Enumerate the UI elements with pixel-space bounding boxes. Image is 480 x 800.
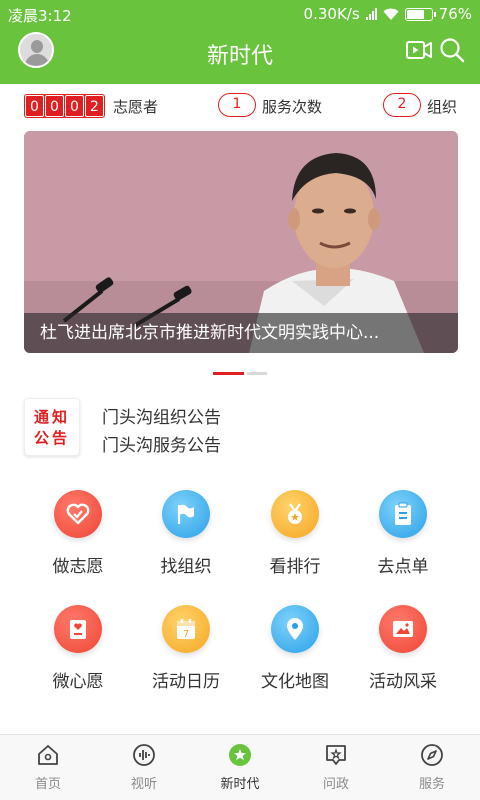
counter-digit: 0 (65, 95, 84, 117)
pagination-dot (247, 372, 267, 375)
grid-label: 文化地图 (261, 672, 329, 692)
signal-icon (365, 8, 377, 20)
notice-badge: 通知 公告 (24, 398, 80, 456)
grid-item-find-org[interactable]: 找组织 (131, 490, 241, 577)
volunteer-label: 志愿者 (113, 98, 159, 116)
counter-digit: 0 (45, 95, 64, 117)
org-count-badge: 2 (383, 93, 421, 117)
bottom-nav: 首页 视听 新时代 问政 服务 (0, 734, 480, 800)
home-icon (38, 745, 58, 765)
status-time: 凌晨3:12 (8, 7, 72, 25)
grid-item-culture-map[interactable]: 文化地图 (240, 605, 350, 692)
grid-label: 活动风采 (369, 672, 437, 692)
nav-label: 视听 (130, 777, 157, 792)
grid-item-gallery[interactable]: 活动风采 (348, 605, 458, 692)
heart-icon (54, 490, 102, 538)
stats-row: 0 0 0 2 志愿者 1 服务次数 2 组织 (0, 92, 480, 122)
banner-caption: 杜飞进出席北京市推进新时代文明实践中心... (24, 313, 458, 353)
grid-label: 微心愿 (52, 672, 104, 692)
app-header: 凌晨3:12 0.30K/s 76% 新时代 (0, 0, 480, 84)
medal-icon (271, 490, 319, 538)
notice-badge-line1: 通知 (33, 408, 70, 426)
clipboard-icon (379, 490, 427, 538)
service-count-badge: 1 (218, 93, 256, 117)
video-icon[interactable] (405, 36, 433, 64)
star-badge-icon (229, 744, 251, 766)
nav-inquiry[interactable]: 问政 (288, 743, 384, 792)
nav-label: 新时代 (220, 777, 260, 792)
wifi-icon (383, 8, 399, 20)
org-count-label: 组织 (427, 98, 458, 116)
map-pin-icon (271, 605, 319, 653)
calendar-icon: 7 (162, 605, 210, 653)
battery-level (406, 9, 425, 19)
grid-item-order[interactable]: 去点单 (348, 490, 458, 577)
counter-digit: 0 (25, 95, 44, 117)
grid-item-ranking[interactable]: 看排行 (240, 490, 350, 577)
notice-item[interactable]: 门头沟服务公告 (102, 431, 221, 456)
banner-pagination (213, 372, 267, 375)
search-icon[interactable] (438, 36, 466, 64)
status-right: 0.30K/s 76% (304, 5, 472, 23)
battery-icon (404, 7, 436, 21)
grid-label: 活动日历 (152, 672, 220, 692)
battery-percent: 76% (438, 5, 472, 23)
grid-item-wish[interactable]: 微心愿 (23, 605, 133, 692)
nav-new-era[interactable]: 新时代 (192, 743, 288, 792)
grid-label: 找组织 (160, 557, 212, 577)
flag-icon (162, 490, 210, 538)
grid-label: 看排行 (269, 557, 321, 577)
inquiry-icon (326, 745, 346, 765)
compass-icon (421, 744, 443, 766)
network-speed: 0.30K/s (303, 5, 360, 23)
notice-item[interactable]: 门头沟组织公告 (102, 403, 221, 428)
nav-home[interactable]: 首页 (0, 743, 96, 792)
service-count-label: 服务次数 (262, 98, 323, 116)
photo-icon (379, 605, 427, 653)
nav-label: 服务 (418, 777, 445, 792)
wish-card-icon (54, 605, 102, 653)
volunteer-counter: 0 0 0 2 (24, 94, 105, 118)
grid-item-volunteer[interactable]: 做志愿 (23, 490, 133, 577)
status-bar: 凌晨3:12 0.30K/s 76% (0, 0, 480, 28)
grid-label: 做志愿 (52, 557, 104, 577)
pagination-dot-active (213, 372, 244, 375)
counter-digit: 2 (85, 95, 104, 117)
news-banner[interactable]: 杜飞进出席北京市推进新时代文明实践中心... (24, 131, 458, 353)
nav-audio-video[interactable]: 视听 (96, 743, 192, 792)
calendar-day: 7 (183, 629, 189, 640)
nav-service[interactable]: 服务 (384, 743, 480, 792)
nav-label: 问政 (322, 777, 349, 792)
audio-icon (133, 744, 155, 766)
nav-label: 首页 (34, 777, 61, 792)
grid-label: 去点单 (377, 557, 429, 577)
grid-item-calendar[interactable]: 7 活动日历 (131, 605, 241, 692)
notice-badge-line2: 公告 (33, 429, 70, 447)
